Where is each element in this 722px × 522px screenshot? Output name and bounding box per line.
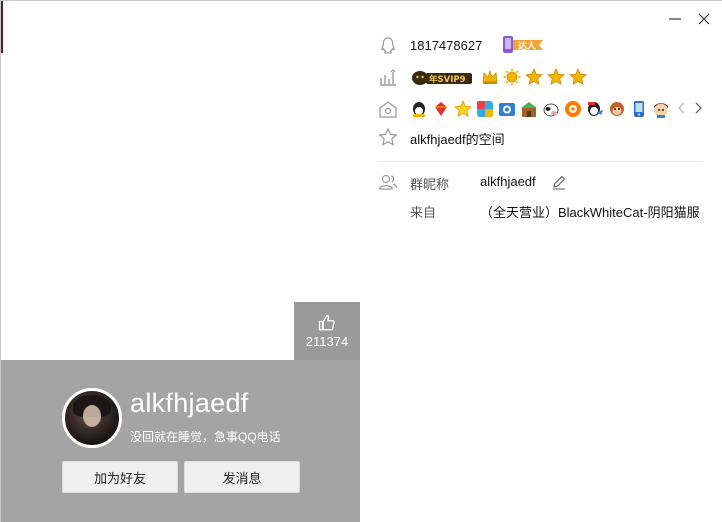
like-button[interactable]: 211374: [294, 302, 360, 360]
star-level-icon: [525, 68, 543, 86]
penguin-game-badge-icon[interactable]: [586, 100, 604, 118]
chevron-right-icon[interactable]: [692, 101, 704, 115]
star-level-icon: [547, 68, 565, 86]
daren-badge-icon[interactable]: 达人: [499, 35, 545, 55]
level-chart-icon: [380, 69, 396, 86]
house-icon: [379, 101, 397, 118]
close-icon[interactable]: [696, 11, 712, 27]
pencil-icon[interactable]: [551, 174, 567, 190]
profile-card: alkfhjaedf 没回就在睡觉，急事QQ电话 加为好友 发消息: [1, 360, 360, 522]
pet-house-badge-icon[interactable]: [520, 100, 538, 118]
qq-penguin-icon: [381, 37, 395, 54]
star-icon: [378, 127, 398, 146]
daren-badge-text: 达人: [518, 40, 537, 52]
yellow-star-badge-icon[interactable]: [454, 100, 472, 118]
profile-details-panel: 1817478627 达人 年SVIP9 alkfhjaedf的空间 群昵称 a…: [360, 1, 722, 522]
qq-vip-badge-icon[interactable]: [410, 100, 428, 118]
app-badge-icon[interactable]: [476, 100, 494, 118]
music-badge-icon[interactable]: [564, 100, 582, 118]
star-level-icon: [569, 68, 587, 86]
chevron-left-icon[interactable]: [676, 101, 688, 115]
profile-nickname: alkfhjaedf: [130, 388, 249, 418]
avatar[interactable]: [62, 388, 122, 448]
thumbs-up-icon: [318, 314, 335, 331]
sun-level-icon: [503, 68, 521, 86]
group-members-icon: [378, 174, 398, 190]
svip-badge-icon[interactable]: 年SVIP9: [410, 69, 474, 87]
profile-window: 211374 alkfhjaedf 没回就在睡觉，急事QQ电话 加为好友 发消息…: [0, 0, 722, 522]
profile-signature: 没回就在睡觉，急事QQ电话: [130, 430, 281, 444]
group-nickname-label: 群昵称: [410, 177, 450, 192]
divider: [379, 161, 703, 162]
qq-number: 1817478627: [410, 38, 483, 53]
cow-badge-icon[interactable]: [542, 100, 560, 118]
phone-badge-icon[interactable]: [630, 100, 648, 118]
group-nickname-value: alkfhjaedf: [480, 174, 536, 189]
like-count: 211374: [305, 334, 349, 349]
photo-badge-icon[interactable]: [498, 100, 516, 118]
svip-badge-text: 年SVIP9: [429, 74, 466, 85]
from-label: 来自: [410, 205, 437, 220]
cover-image-area: [1, 1, 360, 53]
from-group-value[interactable]: （全天营业）BlackWhiteCat-阴阳猫服: [480, 202, 722, 221]
qzone-space-link[interactable]: alkfhjaedf的空间: [410, 129, 505, 148]
profile-cover-panel: 211374 alkfhjaedf 没回就在睡觉，急事QQ电话 加为好友 发消息: [1, 1, 360, 522]
red-diamond-badge-icon[interactable]: [432, 100, 450, 118]
minimize-icon[interactable]: [667, 11, 683, 27]
monkey-badge-icon[interactable]: [608, 100, 626, 118]
character-badge-icon[interactable]: [652, 100, 670, 118]
crown-level-icon: [482, 69, 498, 84]
send-message-button[interactable]: 发消息: [184, 461, 300, 493]
add-friend-button[interactable]: 加为好友: [62, 461, 178, 493]
